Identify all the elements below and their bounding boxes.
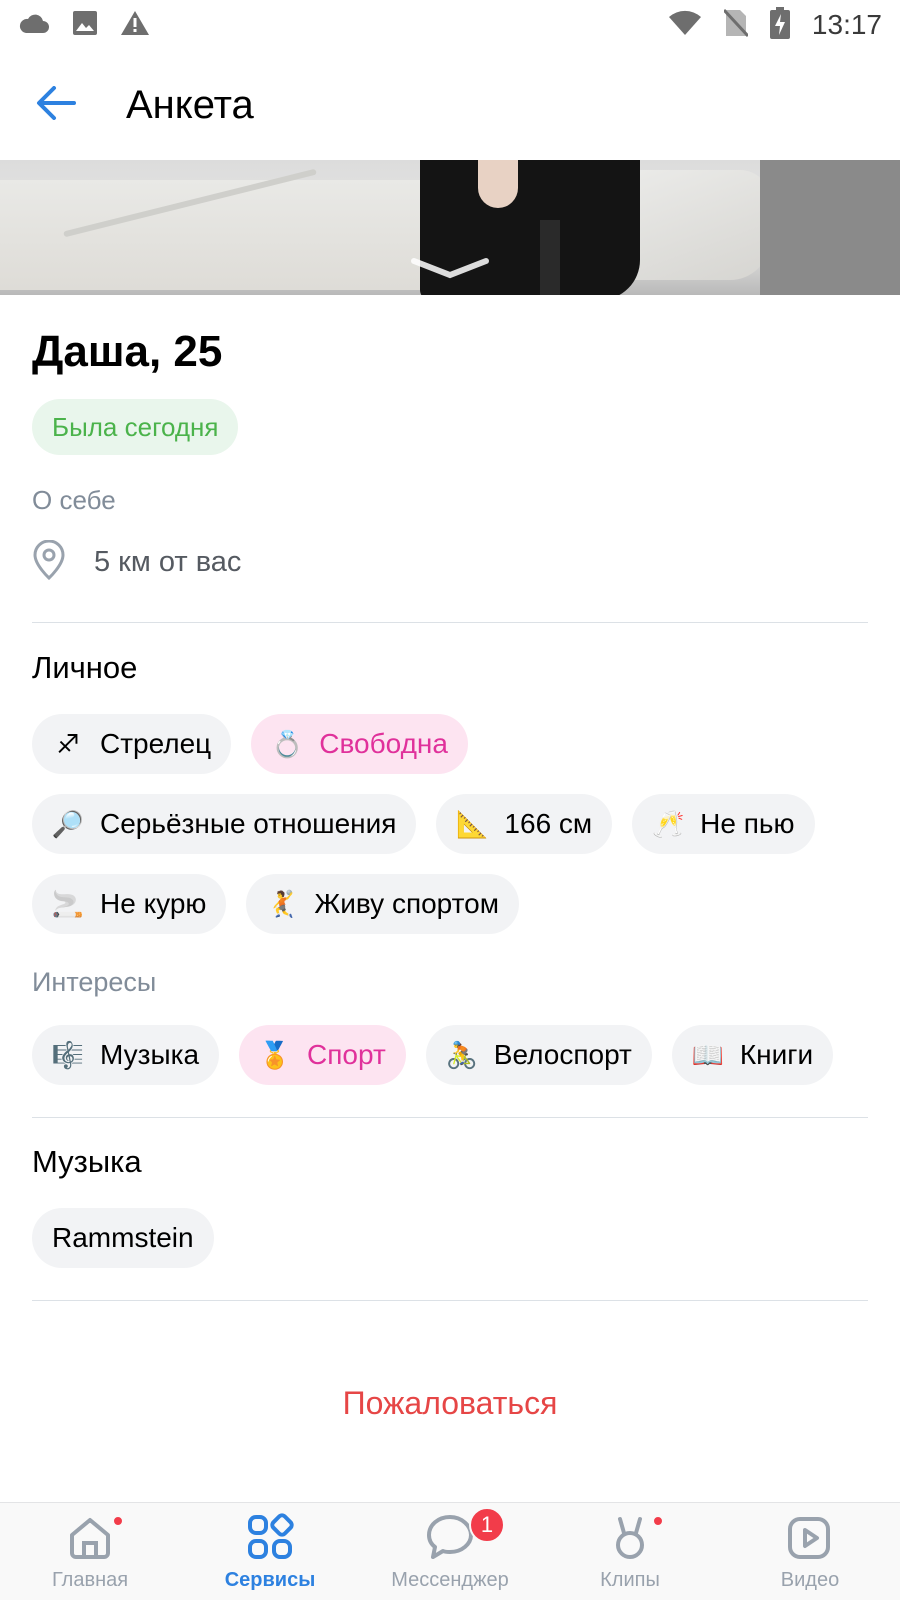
tab-clips[interactable]: Клипы bbox=[540, 1503, 720, 1600]
page-title: Анкета bbox=[126, 82, 254, 127]
warning-icon bbox=[120, 10, 150, 41]
image-icon bbox=[72, 10, 98, 41]
chip-label: Стрелец bbox=[100, 728, 212, 759]
magnifier-icon: 🔎 bbox=[51, 808, 85, 839]
chip-smoking[interactable]: 🚬 Не курю bbox=[32, 874, 227, 934]
personal-chips-row-1: ♐ Стрелец 💍 Свободна bbox=[32, 714, 468, 774]
home-icon bbox=[66, 1513, 114, 1566]
chip-label: Живу спортом bbox=[314, 888, 499, 919]
cigarette-icon: 🚬 bbox=[51, 888, 85, 919]
chip-label: Не курю bbox=[100, 888, 207, 919]
chip-sport-attitude[interactable]: 🤾 Живу спортом bbox=[246, 874, 519, 934]
app-header: Анкета bbox=[0, 50, 900, 160]
location-distance: 5 км от вас bbox=[94, 546, 242, 578]
ruler-icon: 📐 bbox=[456, 808, 489, 839]
interests-chips-row: 🎼 Музыка 🏅 Спорт 🚴 Велоспорт 📖 Книги bbox=[32, 1025, 834, 1085]
chip-artist[interactable]: Rammstein bbox=[32, 1208, 214, 1268]
sport-icon: 🤾 bbox=[266, 888, 299, 919]
cyclist-icon: 🚴 bbox=[445, 1039, 478, 1070]
chip-label: Не пью bbox=[700, 808, 795, 839]
back-button[interactable] bbox=[26, 75, 86, 135]
chip-label: 166 см bbox=[504, 808, 593, 839]
battery-charging-icon bbox=[769, 6, 790, 44]
profile-name: Даша, 25 bbox=[32, 327, 223, 376]
chip-looking-for[interactable]: 🔎 Серьёзные отношения bbox=[32, 794, 417, 854]
tab-home[interactable]: Главная bbox=[0, 1503, 180, 1600]
chip-alcohol[interactable]: 🥂 Не пью bbox=[632, 794, 815, 854]
location-row: 5 км от вас bbox=[32, 539, 242, 585]
tab-label: Видео bbox=[780, 1569, 840, 1591]
online-status-badge: Была сегодня bbox=[32, 399, 239, 455]
chip-label: Музыка bbox=[100, 1039, 200, 1070]
status-bar: 13:17 bbox=[0, 0, 900, 50]
tab-label: Сервисы bbox=[224, 1569, 316, 1591]
chip-interest-music[interactable]: 🎼 Музыка bbox=[32, 1025, 220, 1085]
personal-chips-row-3: 🚬 Не курю 🤾 Живу спортом bbox=[32, 874, 519, 934]
notification-dot bbox=[652, 1515, 664, 1527]
tab-video[interactable]: Видео bbox=[720, 1503, 900, 1600]
champagne-icon: 🥂 bbox=[651, 808, 685, 839]
arrow-left-icon bbox=[36, 85, 76, 125]
chip-label: Спорт bbox=[307, 1039, 386, 1070]
chip-interest-books[interactable]: 📖 Книги bbox=[671, 1025, 834, 1085]
about-label: О себе bbox=[32, 485, 116, 515]
chevron-down-icon[interactable] bbox=[410, 255, 490, 284]
messenger-icon bbox=[425, 1513, 475, 1566]
tab-label: Главная bbox=[51, 1569, 129, 1591]
music-score-icon: 🎼 bbox=[51, 1039, 85, 1070]
no-sim-icon bbox=[722, 8, 750, 43]
music-section-title: Музыка bbox=[32, 1144, 142, 1179]
chip-label: Серьёзные отношения bbox=[100, 808, 397, 839]
personal-chips-row-2: 🔎 Серьёзные отношения 📐 166 см 🥂 Не пью bbox=[32, 794, 815, 854]
chip-label: Книги bbox=[739, 1039, 814, 1070]
status-time: 13:17 bbox=[811, 9, 882, 40]
tab-messenger[interactable]: 1 Мессенджер bbox=[360, 1503, 540, 1600]
chip-zodiac[interactable]: ♐ Стрелец bbox=[32, 714, 232, 774]
wifi-icon bbox=[668, 10, 702, 41]
personal-section-title: Личное bbox=[32, 650, 138, 685]
notification-dot bbox=[112, 1515, 124, 1527]
book-icon: 📖 bbox=[691, 1039, 725, 1070]
chip-label: Свободна bbox=[319, 728, 448, 759]
chip-label: Rammstein bbox=[52, 1222, 194, 1253]
cloud-icon bbox=[18, 12, 50, 39]
interests-section-title: Интересы bbox=[32, 967, 157, 997]
sagittarius-icon: ♐ bbox=[56, 728, 80, 759]
clips-icon bbox=[606, 1513, 654, 1566]
divider bbox=[32, 1300, 868, 1301]
divider bbox=[32, 622, 868, 623]
chip-relationship-status[interactable]: 💍 Свободна bbox=[251, 714, 468, 774]
tab-services[interactable]: Сервисы bbox=[180, 1503, 360, 1600]
report-button[interactable]: Пожаловаться bbox=[0, 1385, 900, 1422]
divider bbox=[32, 1117, 868, 1118]
video-icon bbox=[786, 1513, 834, 1566]
music-chips-row: Rammstein bbox=[32, 1208, 214, 1268]
ring-icon: 💍 bbox=[271, 728, 304, 759]
location-pin-icon bbox=[32, 539, 66, 585]
medal-icon: 🏅 bbox=[258, 1039, 292, 1070]
chip-interest-sport[interactable]: 🏅 Спорт bbox=[239, 1025, 406, 1085]
chip-height[interactable]: 📐 166 см bbox=[436, 794, 613, 854]
chip-interest-cycling[interactable]: 🚴 Велоспорт bbox=[425, 1025, 652, 1085]
tab-label: Мессенджер bbox=[391, 1569, 509, 1591]
services-icon bbox=[246, 1512, 294, 1566]
tab-label: Клипы bbox=[600, 1569, 660, 1591]
unread-badge: 1 bbox=[469, 1507, 505, 1543]
bottom-tab-bar: Главная Сервисы 1 Мессенджер Клипы Видео bbox=[0, 1502, 900, 1600]
chip-label: Велоспорт bbox=[493, 1039, 632, 1070]
